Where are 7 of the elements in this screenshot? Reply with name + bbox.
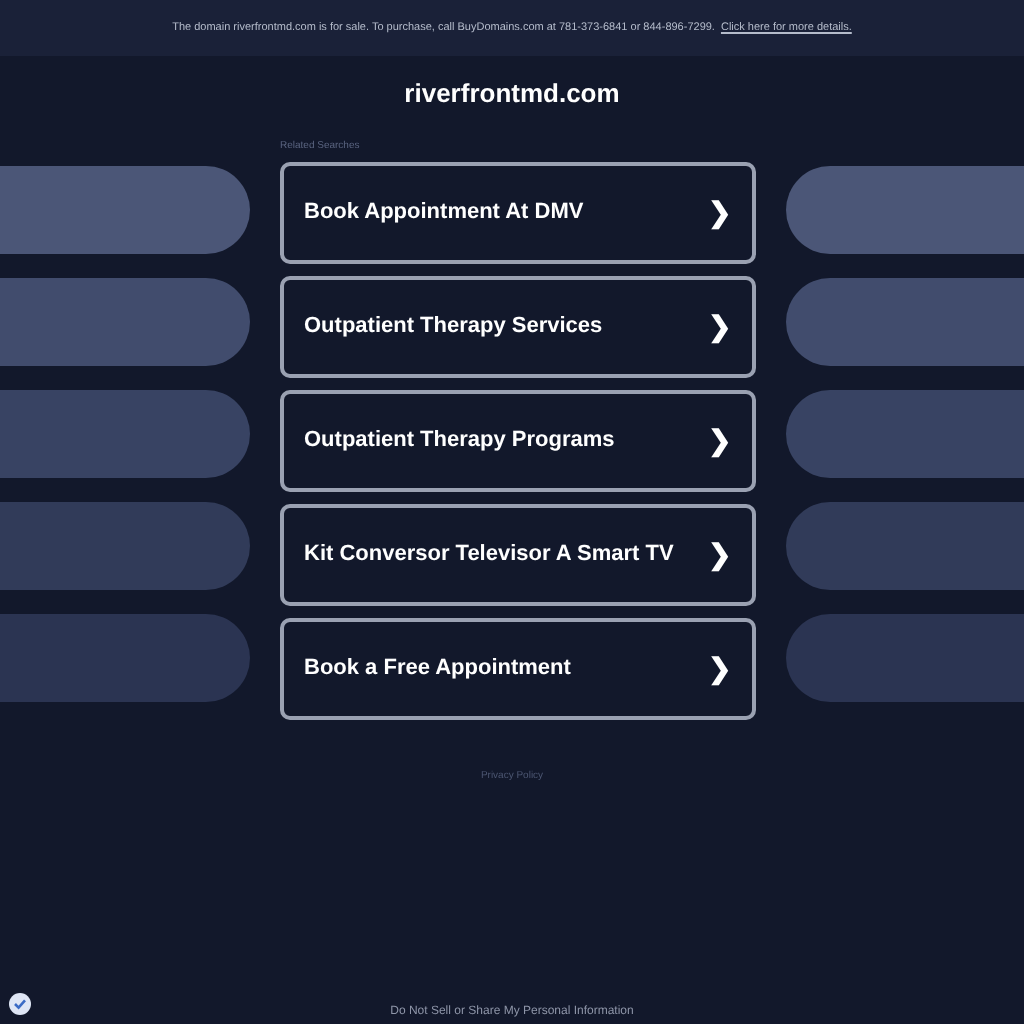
search-link-card[interactable]: Outpatient Therapy Programs ❯ — [280, 389, 756, 491]
search-link-card[interactable]: Kit Conversor Televisor A Smart TV ❯ — [280, 503, 756, 605]
search-link-card[interactable]: Book a Free Appointment ❯ — [280, 617, 756, 719]
privacy-badge-icon[interactable] — [8, 992, 32, 1016]
search-link-card[interactable]: Outpatient Therapy Services ❯ — [280, 275, 756, 377]
search-link-card[interactable]: Book Appointment At DMV ❯ — [280, 161, 756, 263]
domain-title: riverfrontmd.com — [404, 76, 620, 112]
